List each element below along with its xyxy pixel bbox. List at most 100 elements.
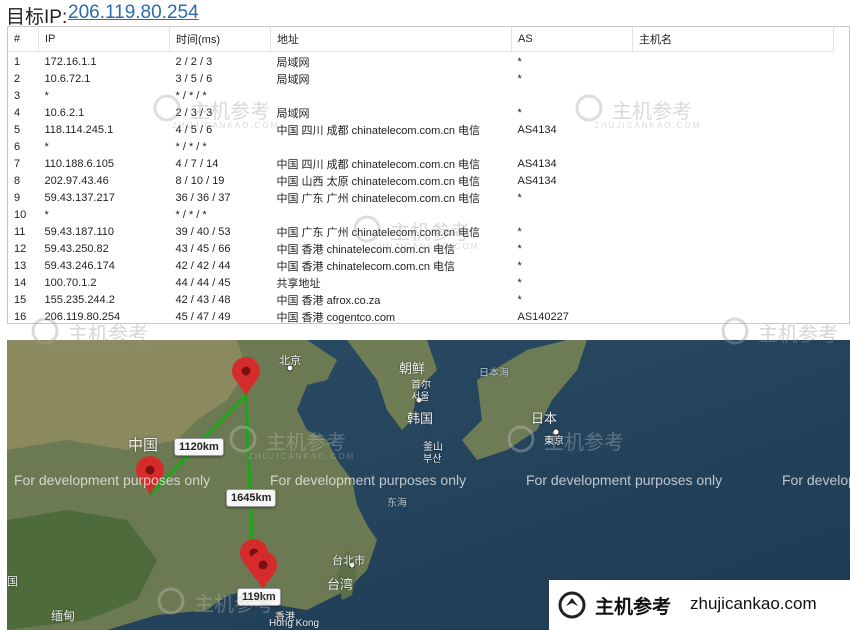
hop-index: 7: [14, 157, 21, 170]
hop-index: 10: [14, 208, 27, 221]
hop-as: AS4134: [517, 157, 557, 170]
table-header-row: # IP 时间(ms) 地址 AS 主机名: [8, 27, 834, 52]
hop-hostname: [633, 87, 834, 104]
table-row[interactable]: 7 110.188.6.105 4 / 7 / 14 中国 四川 成都 chinate…: [8, 155, 834, 172]
table-row[interactable]: 6 * * / * / *: [8, 138, 834, 155]
hop-time: 42 / 43 / 48: [175, 293, 231, 306]
hop-ip: 59.43.137.217: [44, 191, 115, 204]
label-myanmar: 缅甸: [51, 609, 76, 623]
hop-hostname: [633, 240, 834, 257]
hop-time: 43 / 45 / 66: [175, 242, 231, 255]
table-row[interactable]: 14 100.70.1.2 44 / 44 / 45 共享地址 *: [8, 274, 834, 291]
table-row[interactable]: 8 202.97.43.46 8 / 10 / 19 中国 山西 太原 chinate…: [8, 172, 834, 189]
hop-as: [512, 138, 633, 155]
hop-as: *: [517, 259, 522, 272]
hop-time: 4 / 7 / 14: [175, 157, 219, 170]
hop-index: 16: [14, 310, 27, 323]
hop-time: 2 / 2 / 3: [175, 55, 213, 68]
hop-as: *: [517, 276, 522, 289]
brand-name: 主机参考: [595, 597, 672, 618]
label-japan: 日本: [531, 411, 558, 426]
hop-address: 中国 香港 afrox.co.za: [276, 294, 381, 307]
col-header-ip[interactable]: IP: [38, 27, 170, 52]
hop-address: 局域网: [276, 107, 310, 120]
hop-address: 中国 广东 广州 chinatelecom.com.cn 电信: [276, 192, 481, 205]
target-ip-label: 目标IP:: [6, 7, 68, 28]
hop-time: 36 / 36 / 37: [175, 191, 231, 204]
table-row[interactable]: 15 155.235.244.2 42 / 43 / 48 中国 香港 afrox.c…: [8, 291, 834, 308]
col-header-index[interactable]: #: [8, 27, 39, 52]
table-body: 1 172.16.1.1 2 / 2 / 3 局域网 * 2 10.6.72.1 3 / 5 …: [8, 52, 834, 324]
table-row[interactable]: 2 10.6.72.1 3 / 5 / 6 局域网 *: [8, 70, 834, 87]
hop-address: 中国 四川 成都 chinatelecom.com.cn 电信: [276, 124, 481, 137]
hop-as: *: [517, 242, 522, 255]
hop-address: 中国 四川 成都 chinatelecom.com.cn 电信: [276, 158, 481, 171]
hop-time: 2 / 3 / 3: [175, 106, 213, 119]
distance-label-1: 1120km: [174, 438, 224, 456]
hop-time: * / * / *: [175, 208, 207, 221]
table-row[interactable]: 11 59.43.187.110 39 / 40 / 53 中国 广东 广州 chin…: [8, 223, 834, 240]
table-row[interactable]: 9 59.43.137.217 36 / 36 / 37 中国 广东 广州 china…: [8, 189, 834, 206]
hop-ip: 10.6.72.1: [44, 72, 91, 85]
brand-url[interactable]: zhujicankao.com: [690, 594, 817, 614]
table-row[interactable]: 4 10.6.2.1 2 / 3 / 3 局域网 *: [8, 104, 834, 121]
traceroute-table: # IP 时间(ms) 地址 AS 主机名 1 172.16.1.1 2 / 2 /…: [8, 27, 834, 324]
hop-hostname: [633, 291, 834, 308]
label-busan-kr: 부산: [423, 454, 442, 465]
hop-hostname: [633, 257, 834, 274]
dev-notice-1: For development purposes only: [14, 472, 211, 488]
hop-hostname: [633, 155, 834, 172]
hop-index: 1: [14, 55, 21, 68]
hop-hostname: [633, 206, 834, 223]
hop-as: *: [517, 293, 522, 306]
hop-hostname: [633, 223, 834, 240]
hop-index: 5: [14, 123, 21, 136]
table-row[interactable]: 10 * * / * / *: [8, 206, 834, 223]
hop-address: 中国 山西 太原 chinatelecom.com.cn 电信: [276, 175, 481, 188]
hop-address: [271, 87, 512, 104]
hop-address: 局域网: [276, 73, 310, 86]
hop-index: 9: [14, 191, 21, 204]
label-north-korea: 朝鲜: [399, 361, 426, 376]
table-row[interactable]: 12 59.43.250.82 43 / 45 / 66 中国 香港 chinatel…: [8, 240, 834, 257]
hop-as: AS140227: [517, 310, 569, 323]
hop-ip: *: [44, 89, 49, 102]
map-pin-icon: [232, 357, 260, 396]
hop-ip: 155.235.244.2: [44, 293, 115, 306]
col-header-hostname[interactable]: 主机名: [632, 27, 834, 52]
col-header-address[interactable]: 地址: [270, 27, 512, 52]
dev-notice-2: For development purposes only: [270, 472, 467, 488]
col-header-time[interactable]: 时间(ms): [169, 27, 271, 52]
target-ip-link[interactable]: 206.119.80.254: [68, 2, 199, 24]
distance-label-3: 119km: [237, 588, 281, 606]
marker-taiyuan[interactable]: [232, 357, 260, 396]
hop-ip: 202.97.43.46: [44, 174, 109, 187]
hop-index: 15: [14, 293, 27, 306]
table-row[interactable]: 16 206.119.80.254 45 / 47 / 49 中国 香港 cogent…: [8, 308, 834, 324]
table-row[interactable]: 3 * * / * / *: [8, 87, 834, 104]
hop-index: 11: [14, 225, 26, 238]
hop-ip: 59.43.187.110: [44, 225, 115, 238]
table-row[interactable]: 5 118.114.245.1 4 / 5 / 6 中国 四川 成都 chinatel…: [8, 121, 834, 138]
hop-hostname: [633, 172, 834, 189]
hop-hostname: [633, 52, 834, 71]
marker-hongkong[interactable]: [249, 551, 277, 590]
hop-ip: 110.188.6.105: [44, 157, 115, 170]
hop-as: [512, 87, 633, 104]
col-header-as[interactable]: AS: [511, 27, 633, 52]
hop-index: 4: [14, 106, 21, 119]
hop-time: * / * / *: [175, 140, 207, 153]
hop-ip: 59.43.246.174: [44, 259, 115, 272]
table-row[interactable]: 13 59.43.246.174 42 / 42 / 44 中国 香港 chinate…: [8, 257, 834, 274]
hop-ip: 172.16.1.1: [44, 55, 97, 68]
hop-as: AS4134: [517, 174, 557, 187]
hop-ip: 100.70.1.2: [44, 276, 97, 289]
hop-as: AS4134: [517, 123, 557, 136]
target-ip-header: 目标IP: 206.119.80.254: [0, 0, 850, 28]
table-row[interactable]: 1 172.16.1.1 2 / 2 / 3 局域网 *: [8, 52, 834, 71]
label-tokyo: 東京: [544, 436, 564, 447]
hop-time: 3 / 5 / 6: [175, 72, 213, 85]
hop-time: 44 / 44 / 45: [175, 276, 231, 289]
hop-ip: 118.114.245.1: [44, 123, 114, 136]
dev-notice-4: For development purposes only: [782, 472, 850, 488]
